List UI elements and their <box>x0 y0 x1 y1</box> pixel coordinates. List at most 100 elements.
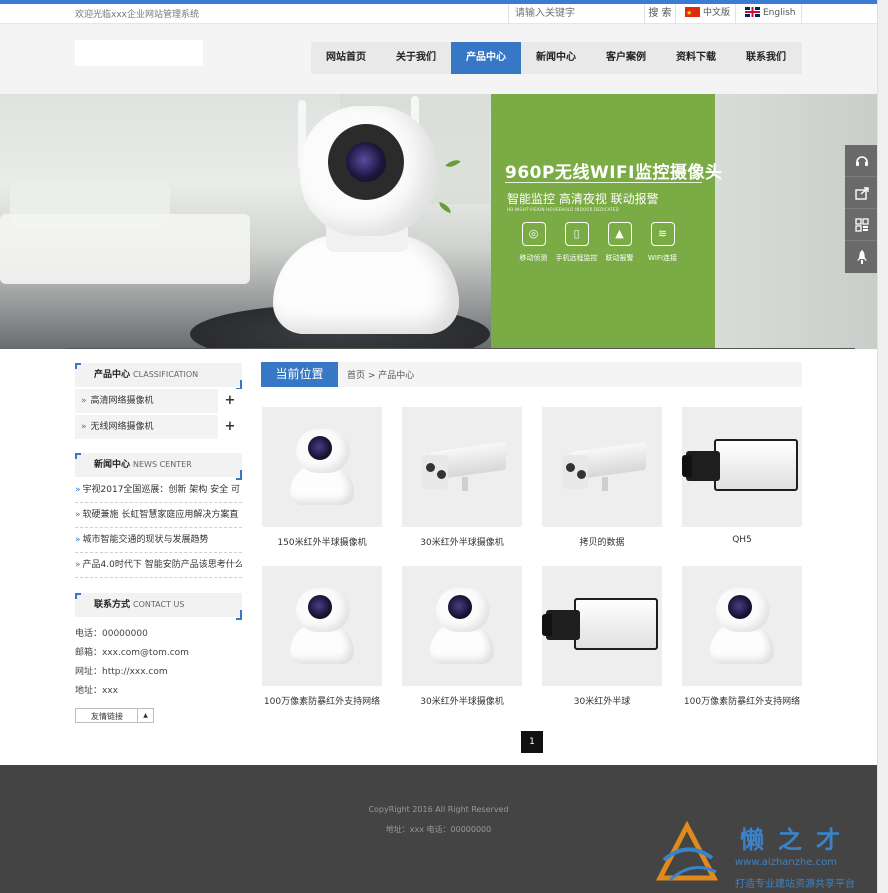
nav-item-contact[interactable]: 联系我们 <box>731 42 801 74</box>
product-card[interactable]: 拷贝的数据 <box>542 407 662 548</box>
news-item[interactable]: » 宇视2017全国巡展：创新 架构 安全 可 <box>75 478 242 503</box>
nav-item-cases[interactable]: 客户案例 <box>591 42 661 74</box>
uk-flag-icon <box>745 6 760 17</box>
top-bar: 欢迎光临xxx企业网站管理系统 搜 索 中文版 English <box>0 4 888 24</box>
nav-item-about[interactable]: 关于我们 <box>381 42 451 74</box>
china-flag-icon <box>685 4 700 23</box>
news-item[interactable]: » 城市智能交通的现状与发展趋势 <box>75 528 242 553</box>
product-image[interactable] <box>402 407 522 527</box>
lang-english-link[interactable]: English <box>736 4 802 24</box>
banner-subtitle: 智能监控 高清夜视 联动报警 <box>507 192 659 206</box>
product-card[interactable]: 100万像素防暴红外支持网络 <box>682 566 802 707</box>
nav-item-downloads[interactable]: 资料下载 <box>661 42 731 74</box>
banner-title: 960P无线WIFI监控摄像头 <box>505 163 723 183</box>
qrcode-icon[interactable] <box>845 209 878 241</box>
contact-phone: 电话：00000000 <box>75 629 148 639</box>
banner-tagline: HD NIGHT-VISION HOUSEHOLD INDOOR DEDICAT… <box>507 207 619 212</box>
product-name[interactable]: 30米红外半球摄像机 <box>402 535 522 548</box>
product-card[interactable]: 100万像素防暴红外支持网络 <box>262 566 382 707</box>
product-name[interactable]: 30米红外半球 <box>542 694 662 707</box>
search-input[interactable] <box>509 4 639 23</box>
category-item[interactable]: » 无线网络摄像机 + <box>75 415 242 439</box>
bullet-camera-stand <box>462 477 468 491</box>
search-button[interactable]: 搜 索 <box>644 4 676 24</box>
section-divider <box>65 348 855 349</box>
banner-features: ◎ 移动侦测 ▯ 手机远程监控 ▲ 联动报警 ≋ WIFI连接 <box>512 222 684 263</box>
product-card[interactable]: 30米红外半球摄像机 <box>402 407 522 548</box>
bullet-camera-led <box>566 463 575 472</box>
product-name[interactable]: 150米红外半球摄像机 <box>262 535 382 548</box>
product-image[interactable] <box>542 407 662 527</box>
chevron-right-icon: » <box>81 422 87 432</box>
product-image[interactable] <box>262 566 382 686</box>
nav-item-news[interactable]: 新闻中心 <box>521 42 591 74</box>
contact-title: 联系方式 <box>94 600 131 610</box>
breadcrumb-title: 当前位置 <box>261 362 338 387</box>
expand-plus-icon[interactable]: + <box>218 389 242 413</box>
corner-decoration <box>236 610 242 620</box>
phone-icon: ▯ <box>564 222 589 246</box>
bullet-camera-led <box>437 470 446 479</box>
expand-plus-icon[interactable]: + <box>218 415 242 439</box>
banner-camera-lens <box>346 142 386 182</box>
dome-camera-lens <box>448 595 472 619</box>
breadcrumb-path[interactable]: 首页 > 产品中心 <box>347 362 414 390</box>
feature-remote-monitor: ▯ 手机远程监控 <box>555 222 598 263</box>
product-card[interactable]: QH5 <box>682 407 802 545</box>
watermark-slogan: 打造专业建站资源共享平台 <box>735 879 855 890</box>
product-card[interactable]: 30米红外半球 <box>542 566 662 707</box>
chevron-right-icon: » <box>75 485 81 495</box>
bullet-camera-stand <box>602 477 608 491</box>
nav-item-home[interactable]: 网站首页 <box>311 42 381 74</box>
product-name[interactable]: QH5 <box>682 535 802 545</box>
news-center-title-en: NEWS CENTER <box>133 460 192 469</box>
product-name[interactable]: 100万像素防暴红外支持网络 <box>682 694 802 707</box>
nav-item-products[interactable]: 产品中心 <box>451 42 521 74</box>
product-image[interactable] <box>402 566 522 686</box>
rocket-icon[interactable] <box>845 241 878 273</box>
watermark-url: www.aizhanzhe.com <box>735 857 838 868</box>
banner-divider <box>505 182 702 183</box>
news-item-title: 软硬兼施 长虹智慧家庭应用解决方案直 <box>82 510 239 520</box>
dome-camera-lens <box>308 436 332 460</box>
share-icon[interactable] <box>845 177 878 209</box>
bullet-camera-led <box>426 463 435 472</box>
chevron-right-icon: » <box>75 510 81 520</box>
bullet-camera-led <box>577 470 586 479</box>
dome-camera-lens <box>308 595 332 619</box>
news-item[interactable]: » 软硬兼施 长虹智慧家庭应用解决方案直 <box>75 503 242 528</box>
headset-icon[interactable] <box>845 145 878 177</box>
triangle-up-icon[interactable]: ▲ <box>137 709 153 722</box>
product-name[interactable]: 拷贝的数据 <box>542 535 662 548</box>
motion-detect-icon: ◎ <box>521 222 546 246</box>
category-item-label: 无线网络摄像机 <box>90 422 154 432</box>
contact-header: 联系方式 CONTACT US <box>75 593 242 620</box>
page-scrollbar[interactable] <box>877 0 888 893</box>
product-image[interactable] <box>542 566 662 686</box>
feature-label: WIFI连接 <box>647 254 678 262</box>
site-logo[interactable] <box>75 40 203 66</box>
feature-label: 联动报警 <box>605 254 634 262</box>
product-image[interactable] <box>682 407 802 527</box>
floating-toolbar <box>845 145 878 273</box>
product-image[interactable] <box>262 407 382 527</box>
product-name[interactable]: 30米红外半球摄像机 <box>402 694 522 707</box>
category-item[interactable]: » 高清网络摄像机 + <box>75 389 242 413</box>
product-card[interactable]: 150米红外半球摄像机 <box>262 407 382 548</box>
corner-decoration <box>75 363 81 369</box>
product-card[interactable]: 30米红外半球摄像机 <box>402 566 522 707</box>
contact-website: 网址：http://xxx.com <box>75 667 168 677</box>
product-category-title: 产品中心 <box>94 370 131 380</box>
friend-links-select[interactable]: 友情链接 ▲ <box>75 708 154 723</box>
product-image[interactable] <box>682 566 802 686</box>
pagination-page-1[interactable]: 1 <box>521 731 543 753</box>
hero-banner[interactable]: 960P无线WIFI监控摄像头 智能监控 高清夜视 联动报警 HD NIGHT-… <box>0 94 877 349</box>
news-item-title: 城市智能交通的现状与发展趋势 <box>82 535 209 545</box>
main-nav: 网站首页 关于我们 产品中心 新闻中心 客户案例 资料下载 联系我们 <box>311 42 802 74</box>
news-item[interactable]: » 产品4.0时代下 智能安防产品该思考什么 <box>75 553 242 578</box>
news-center-title: 新闻中心 <box>94 460 131 470</box>
box-camera-body <box>574 598 658 650</box>
dome-camera-lens <box>728 595 752 619</box>
product-name[interactable]: 100万像素防暴红外支持网络 <box>262 694 382 707</box>
lang-chinese-link[interactable]: 中文版 <box>676 4 736 24</box>
